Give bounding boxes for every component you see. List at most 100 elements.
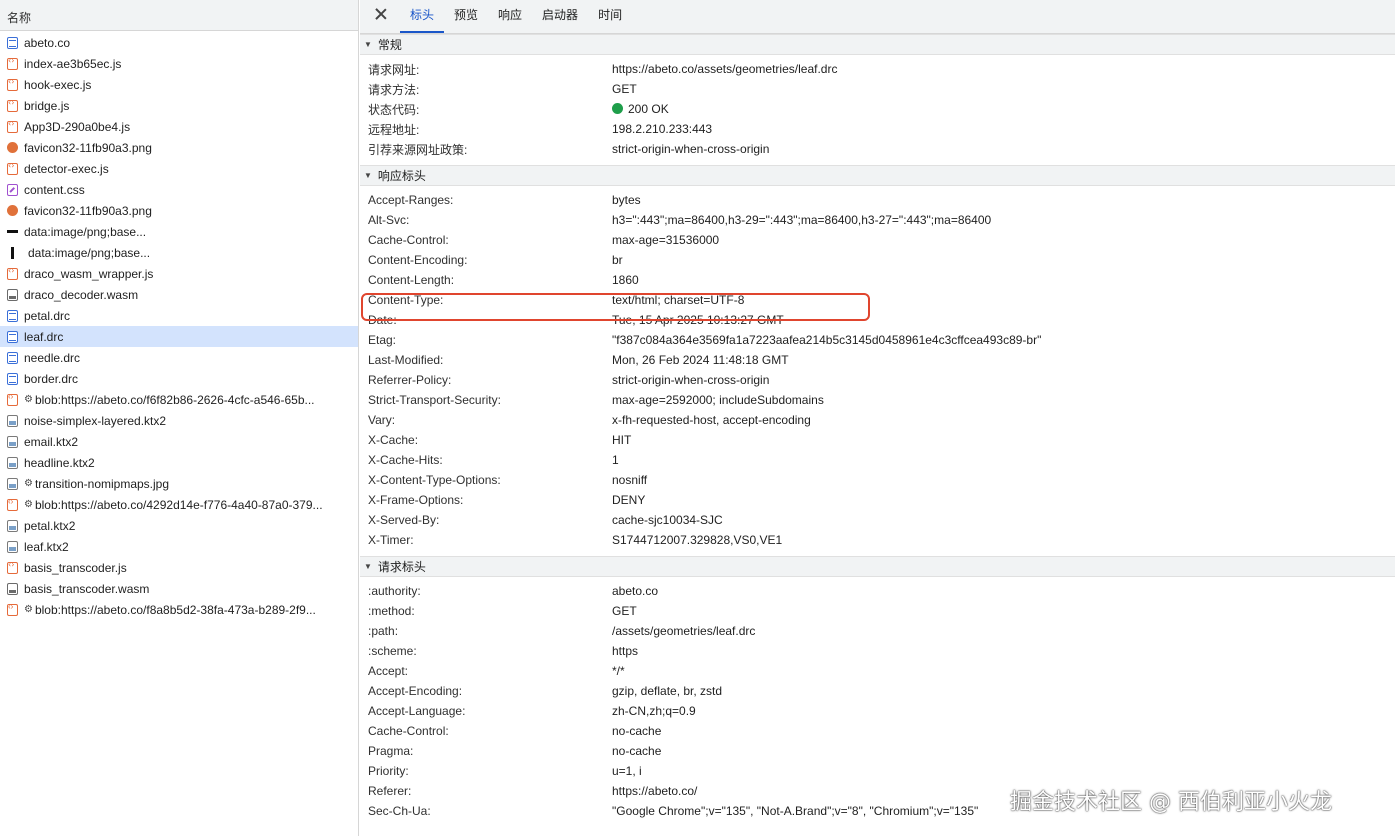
tab-4[interactable]: 时间 [588, 6, 632, 33]
header-value[interactable]: https://abeto.co/assets/geometries/leaf.… [612, 62, 837, 76]
request-row[interactable]: index-ae3b65ec.js [0, 53, 358, 74]
request-row[interactable]: leaf.drc [0, 326, 358, 347]
header-row: Accept-Ranges: bytes [360, 190, 1395, 210]
request-row[interactable]: ⚙ transition-nomipmaps.jpg [0, 473, 358, 494]
request-row[interactable]: abeto.co [0, 32, 358, 53]
doc-icon [7, 330, 18, 343]
request-row[interactable]: data:image/png;base... [0, 221, 358, 242]
header-value[interactable]: GET [612, 82, 637, 96]
close-icon[interactable] [374, 7, 388, 21]
request-name: basis_transcoder.wasm [24, 581, 150, 596]
header-value-text: 198.2.210.233:443 [612, 122, 713, 136]
header-value-text: nosniff [612, 473, 648, 487]
request-row[interactable]: favicon32-11fb90a3.png [0, 137, 358, 158]
request-row[interactable]: needle.drc [0, 347, 358, 368]
header-value[interactable]: HIT [612, 433, 631, 447]
header-value[interactable]: 1860 [612, 273, 639, 287]
header-row: Vary: x-fh-requested-host, accept-encodin… [360, 410, 1395, 430]
header-name: Etag: [368, 333, 397, 347]
tab-2[interactable]: 响应 [488, 6, 532, 33]
header-value-text: 1860 [612, 273, 639, 287]
header-value[interactable]: 1 [612, 453, 619, 467]
tab-1[interactable]: 预览 [444, 6, 488, 33]
request-row[interactable]: petal.ktx2 [0, 515, 358, 536]
details-tabbar: 标头 预览 响应 启动器 时间 [360, 0, 1395, 34]
header-value[interactable]: strict-origin-when-cross-origin [612, 373, 769, 387]
header-value[interactable]: no-cache [612, 744, 661, 758]
request-row[interactable]: bridge.js [0, 95, 358, 116]
header-row: Date: Tue, 15 Apr 2025 10:13:27 GMT [360, 310, 1395, 330]
header-value[interactable]: "f387c084a364e3569fa1a7223aafea214b5c314… [612, 333, 1041, 347]
request-row[interactable]: ⚙blob:https://abeto.co/f6f82b86-2626-4cf… [0, 389, 358, 410]
header-name: X-Timer: [368, 533, 414, 547]
request-headers-section-header[interactable]: ▼ 请求标头 [360, 556, 1395, 577]
section-title: 请求标头 [377, 560, 426, 574]
header-value[interactable]: strict-origin-when-cross-origin [612, 142, 769, 156]
request-name: data:image/png;base... [28, 245, 151, 260]
request-row[interactable]: email.ktx2 [0, 431, 358, 452]
header-value[interactable]: 200 OK [612, 102, 669, 116]
header-value[interactable]: S1744712007.329828,VS0,VE1 [612, 533, 782, 547]
header-value[interactable]: Tue, 15 Apr 2025 10:13:27 GMT [612, 313, 784, 327]
request-row[interactable]: ⚙blob:https://abeto.co/f8a8b5d2-38fa-473… [0, 599, 358, 620]
header-value[interactable]: max-age=2592000; includeSubdomains [612, 393, 824, 407]
header-value-text: no-cache [612, 724, 662, 738]
request-row[interactable]: favicon32-11fb90a3.png [0, 200, 358, 221]
request-list-panel: 名称 abeto.co index-ae3b65ec.js hook-exec.js… [0, 0, 359, 836]
name-column-header[interactable]: 名称 [0, 0, 358, 31]
response-headers-section-header[interactable]: ▼ 响应标头 [360, 165, 1395, 186]
header-value-text: strict-origin-when-cross-origin [612, 142, 770, 156]
header-value[interactable]: GET [612, 604, 637, 618]
header-row: X-Served-By: cache-sjc10034-SJC [360, 510, 1395, 530]
request-row[interactable]: basis_transcoder.js [0, 557, 358, 578]
request-row[interactable]: basis_transcoder.wasm [0, 578, 358, 599]
header-value[interactable]: https [612, 644, 638, 658]
header-value[interactable]: gzip, deflate, br, zstd [612, 684, 722, 698]
request-row[interactable]: draco_wasm_wrapper.js [0, 263, 358, 284]
tab-3[interactable]: 启动器 [532, 6, 588, 33]
request-row[interactable]: petal.drc [0, 305, 358, 326]
header-value[interactable]: /assets/geometries/leaf.drc [612, 624, 755, 638]
doc-icon [7, 309, 18, 322]
header-value[interactable]: h3=":443";ma=86400,h3-29=":443";ma=86400… [612, 213, 991, 227]
request-row[interactable]: leaf.ktx2 [0, 536, 358, 557]
request-row[interactable]: content.css [0, 179, 358, 200]
header-value[interactable]: 198.2.210.233:443 [612, 122, 712, 136]
header-value[interactable]: "Google Chrome";v="135", "Not-A.Brand";v… [612, 804, 978, 818]
header-value[interactable]: text/html; charset=UTF-8 [612, 293, 744, 307]
general-section-header[interactable]: ▼ 常规 [360, 34, 1395, 55]
header-value[interactable]: bytes [612, 193, 641, 207]
header-value[interactable]: nosniff [612, 473, 647, 487]
header-value[interactable]: Mon, 26 Feb 2024 11:48:18 GMT [612, 353, 789, 367]
header-value[interactable]: max-age=31536000 [612, 233, 719, 247]
request-row[interactable]: draco_decoder.wasm [0, 284, 358, 305]
header-value[interactable]: x-fh-requested-host, accept-encoding [612, 413, 811, 427]
request-row[interactable]: data:image/png;base... [0, 242, 358, 263]
header-value[interactable]: u=1, i [612, 764, 642, 778]
request-row[interactable]: hook-exec.js [0, 74, 358, 95]
header-value[interactable]: cache-sjc10034-SJC [612, 513, 723, 527]
header-value[interactable]: no-cache [612, 724, 661, 738]
header-value[interactable]: */* [612, 664, 625, 678]
header-value[interactable]: DENY [612, 493, 645, 507]
doc-icon [7, 36, 18, 49]
css-icon [7, 183, 18, 196]
header-value[interactable]: abeto.co [612, 584, 658, 598]
tab-0[interactable]: 标头 [400, 6, 445, 33]
header-value[interactable]: br [612, 253, 623, 267]
request-row[interactable]: detector-exec.js [0, 158, 358, 179]
script-icon [7, 77, 18, 91]
header-value[interactable]: https://abeto.co/ [612, 784, 697, 798]
request-row[interactable]: noise-simplex-layered.ktx2 [0, 410, 358, 431]
request-row[interactable]: headline.ktx2 [0, 452, 358, 473]
header-row: Content-Encoding: br [360, 250, 1395, 270]
header-name: X-Served-By: [368, 513, 440, 527]
section-title: 响应标头 [377, 169, 426, 183]
header-value[interactable]: zh-CN,zh;q=0.9 [612, 704, 696, 718]
request-row[interactable]: ⚙blob:https://abeto.co/4292d14e-f776-4a4… [0, 494, 358, 515]
header-name: :method: [368, 604, 415, 618]
request-row[interactable]: App3D-290a0be4.js [0, 116, 358, 137]
request-row[interactable]: border.drc [0, 368, 358, 389]
header-row: X-Cache: HIT [360, 430, 1395, 450]
header-value-text: https://abeto.co/assets/geometries/leaf.… [612, 62, 838, 76]
